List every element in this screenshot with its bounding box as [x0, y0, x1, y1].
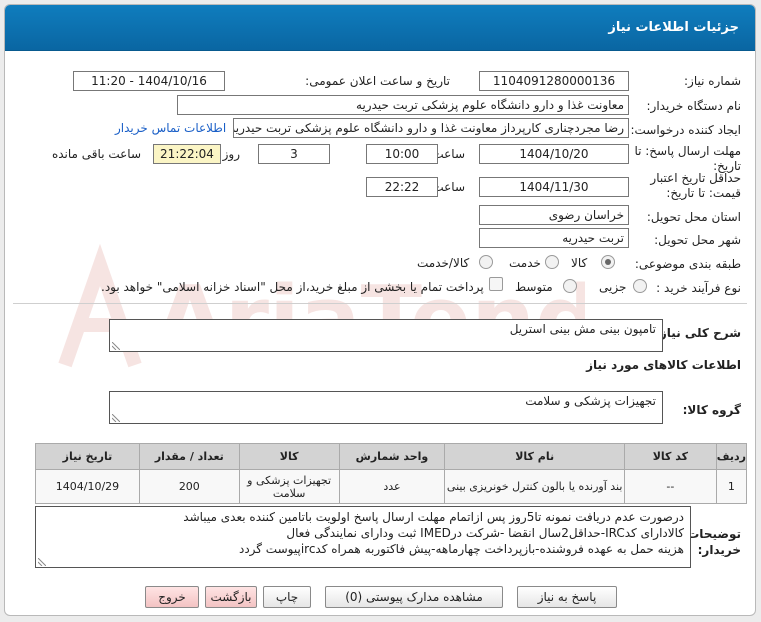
deadline-date-field: 1404/10/20 — [479, 144, 629, 164]
buyer-notes-textbox: درصورت عدم دریافت نمونه تا5روز پس ازاتما… — [35, 506, 691, 568]
column-header: تعداد / مقدار — [138, 443, 240, 470]
goods-group-textbox: تجهیزات پزشکی و سلامت — [109, 391, 663, 424]
summary-label: شرح کلی نیاز: — [655, 326, 741, 340]
page-title: جزئیات اطلاعات نیاز — [608, 20, 739, 35]
category-radio-goods[interactable] — [601, 255, 615, 269]
goods-section-title: اطلاعات کالاهای مورد نیاز — [586, 358, 741, 372]
back-button[interactable]: بازگشت — [205, 586, 257, 608]
deadline-label: مهلت ارسال پاسخ: تا تاریخ: — [634, 144, 741, 173]
attachments-button[interactable]: مشاهده مدارک پیوستی (0) — [325, 586, 503, 608]
exit-button[interactable]: خروج — [145, 586, 199, 608]
page-header: جزئیات اطلاعات نیاز — [5, 5, 755, 51]
category-label: طبقه بندی موضوعی: — [634, 257, 741, 271]
column-header: نام کالا — [444, 443, 625, 470]
cell-goods-group: تجهیزات پزشکی و سلامت — [238, 469, 340, 504]
summary-textbox: تامپون بینی مش بینی استریل — [109, 319, 663, 352]
announce-field: 1404/10/16 - 11:20 — [73, 71, 225, 91]
treasury-payment-note: پرداخت تمام یا بخشی از مبلغ خرید،از محل … — [101, 280, 484, 294]
resize-handle-icon[interactable] — [38, 558, 46, 566]
resize-handle-icon[interactable] — [112, 342, 120, 350]
process-radio-medium[interactable] — [563, 279, 577, 293]
category-radio-service[interactable] — [545, 255, 559, 269]
cell-quantity: 200 — [138, 469, 240, 504]
cell-row-number: 1 — [715, 469, 748, 504]
process-label: نوع فرآیند خرید : — [656, 281, 741, 295]
category-radio-goods-service[interactable] — [479, 255, 493, 269]
creator-field: رضا مجردچناری کارپرداز معاونت غذا و دارو… — [233, 118, 629, 138]
summary-text: تامپون بینی مش بینی استریل — [509, 322, 656, 336]
buyer-field: معاونت غذا و دارو دانشگاه علوم پزشکی ترب… — [177, 95, 629, 115]
province-label: استان محل تحویل: — [646, 210, 741, 224]
need-number-label: شماره نیاز: — [684, 74, 741, 88]
print-button[interactable]: چاپ — [263, 586, 311, 608]
category-service-label: خدمت — [509, 256, 541, 270]
notes-line: کالادارای کدIRC-حداقل2سال انقضا -شرکت در… — [286, 526, 684, 540]
province-field: خراسان رضوی — [479, 205, 629, 225]
column-header: واحد شمارش — [338, 443, 446, 470]
goods-group-label: گروه کالا: — [682, 403, 741, 417]
validity-label: حداقل تاریخ اعتبار قیمت: تا تاریخ: — [650, 171, 741, 200]
remaining-label: ساعت باقی مانده — [51, 147, 141, 161]
notes-line: هزینه حمل به عهده فروشنده-بازپرداخت چهار… — [238, 542, 684, 556]
cell-item-name: بند آورنده یا بالون کنترل خونریزی بینی — [444, 469, 625, 504]
cell-unit: عدد — [338, 469, 446, 504]
watermark-logo: AriaTender.net — [58, 243, 585, 372]
treasury-payment-checkbox[interactable] — [489, 277, 503, 291]
city-label: شهر محل تحویل: — [654, 233, 741, 247]
cell-item-code: -- — [623, 469, 717, 504]
cell-need-date: 1404/10/29 — [35, 469, 140, 504]
process-minor-label: جزیی — [599, 280, 627, 294]
table-row: 1 -- بند آورنده یا بالون کنترل خونریزی ب… — [35, 469, 748, 504]
category-goods-service-label: کالا/خدمت — [417, 256, 470, 270]
contact-info-link[interactable]: اطلاعات تماس خریدار — [115, 121, 226, 135]
need-number-field: 1104091280000136 — [479, 71, 629, 91]
notes-line: درصورت عدم دریافت نمونه تا5روز پس ازاتما… — [183, 510, 684, 524]
days-field: 3 — [258, 144, 330, 164]
items-table: ردیف کد کالا نام کالا واحد شمارش کالا تع… — [35, 443, 748, 504]
column-header: کالا — [238, 443, 340, 470]
page-frame: جزئیات اطلاعات نیاز AriaTender.net شماره… — [4, 4, 756, 616]
table-header-row: ردیف کد کالا نام کالا واحد شمارش کالا تع… — [35, 443, 748, 470]
remaining-time-field: 21:22:04 — [153, 144, 221, 164]
divider — [13, 303, 747, 304]
buyer-label: نام دستگاه خریدار: — [646, 99, 742, 113]
city-field: تربت حیدریه — [479, 228, 629, 248]
column-header: کد کالا — [623, 443, 717, 470]
resize-handle-icon[interactable] — [112, 414, 120, 422]
deadline-time-field: 10:00 — [366, 144, 438, 164]
column-header: تاریخ نیاز — [35, 443, 140, 470]
process-medium-label: متوسط — [515, 280, 553, 294]
validity-date-field: 1404/11/30 — [479, 177, 629, 197]
column-header: ردیف — [715, 443, 748, 470]
process-radio-minor[interactable] — [633, 279, 647, 293]
announce-label: تاریخ و ساعت اعلان عمومی: — [305, 74, 450, 88]
category-goods-label: کالا — [571, 256, 588, 270]
goods-group-text: تجهیزات پزشکی و سلامت — [525, 394, 656, 408]
reply-button[interactable]: پاسخ به نیاز — [517, 586, 617, 608]
creator-label: ایجاد کننده درخواست: — [630, 123, 741, 137]
validity-time-field: 22:22 — [366, 177, 438, 197]
